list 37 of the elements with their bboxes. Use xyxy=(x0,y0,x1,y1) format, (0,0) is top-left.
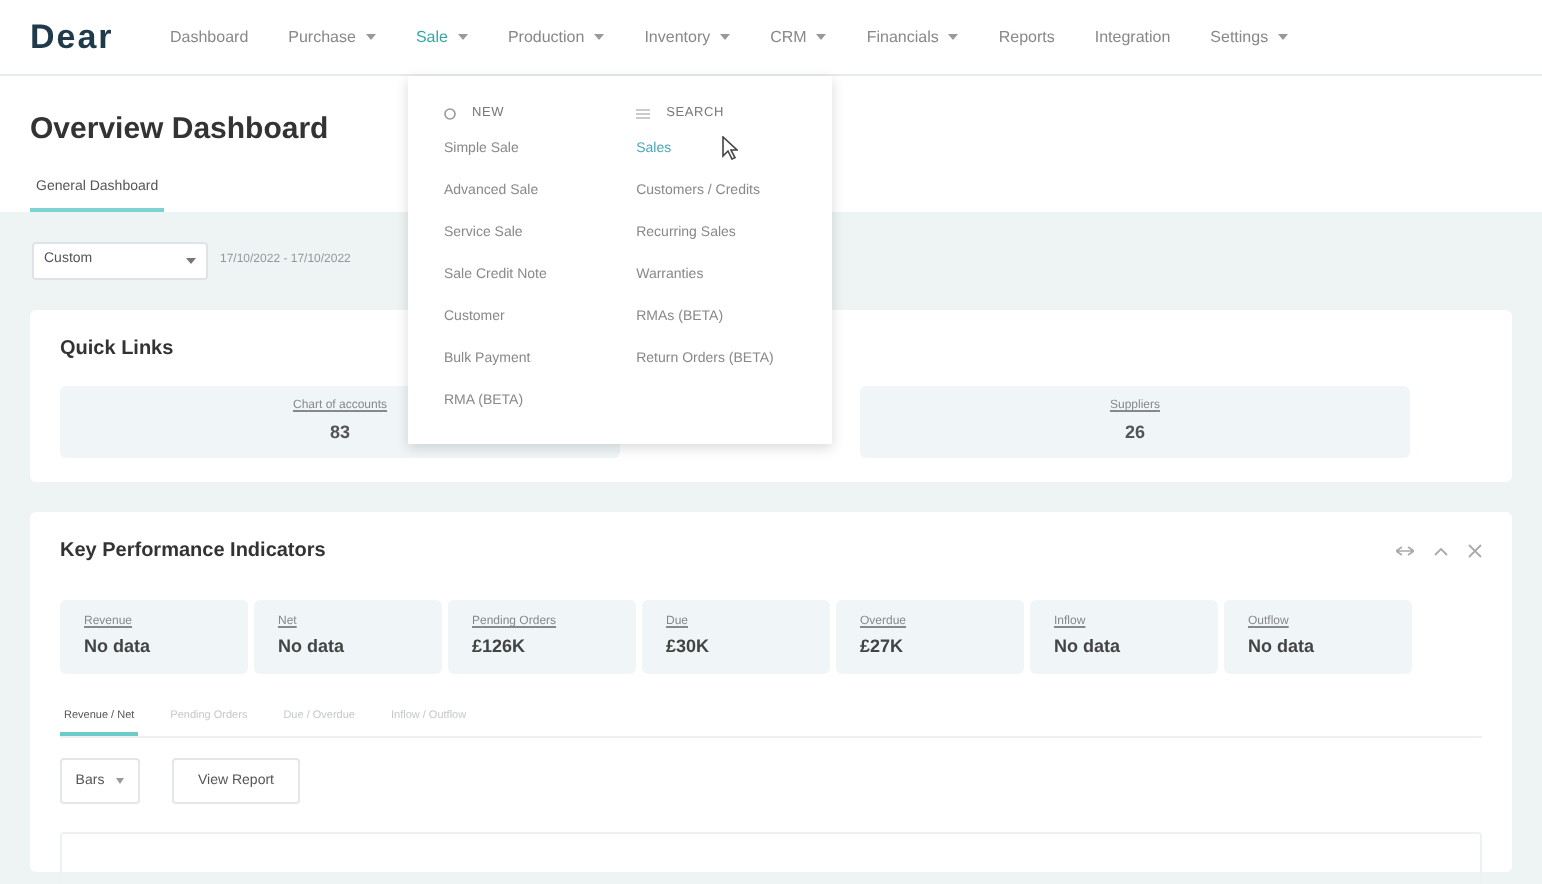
collapse-icon[interactable] xyxy=(1434,547,1448,555)
caret-icon xyxy=(116,778,125,785)
kpi-value: No data xyxy=(1248,633,1315,660)
close-icon[interactable] xyxy=(1468,544,1482,558)
quick-link-count: 83 xyxy=(329,419,350,446)
nav-item[interactable]: Purchase xyxy=(288,25,376,49)
expand-icon[interactable] xyxy=(1396,546,1414,556)
caret-icon xyxy=(594,34,605,40)
nav-item[interactable]: Dashboard xyxy=(170,25,249,49)
caret-icon xyxy=(1278,34,1289,40)
page-title: Overview Dashboard xyxy=(30,110,329,150)
section-title: Key Performance Indicators xyxy=(60,538,326,566)
list-icon xyxy=(636,108,651,120)
cursor-icon xyxy=(722,136,738,160)
nav-item[interactable]: CRM xyxy=(770,25,827,49)
caret-icon xyxy=(186,258,196,264)
caret-icon xyxy=(720,34,731,40)
nav-item[interactable]: Integration xyxy=(1094,25,1171,49)
kpi-value: £27K xyxy=(860,633,904,660)
nav-item[interactable]: Sale xyxy=(415,25,468,49)
logo[interactable]: Dear xyxy=(30,11,142,63)
caret-icon xyxy=(365,34,376,40)
section-title: Quick Links xyxy=(60,336,174,364)
kpi-value: £126K xyxy=(472,633,526,660)
nav-item[interactable]: Production xyxy=(507,25,605,49)
kpi-value: No data xyxy=(1054,633,1121,660)
kpi-value: No data xyxy=(84,633,151,660)
quick-link-count: 26 xyxy=(1124,419,1145,446)
nav-item[interactable]: Financials xyxy=(866,25,959,49)
caret-icon xyxy=(457,34,468,40)
kpi-value: £30K xyxy=(666,633,710,660)
nav-item[interactable]: Settings xyxy=(1210,25,1289,49)
caret-icon xyxy=(948,34,959,40)
nav-item[interactable]: Inventory xyxy=(644,25,731,49)
nav-item[interactable]: Reports xyxy=(998,25,1055,49)
kpi-value: No data xyxy=(278,633,345,660)
caret-icon xyxy=(816,34,827,40)
